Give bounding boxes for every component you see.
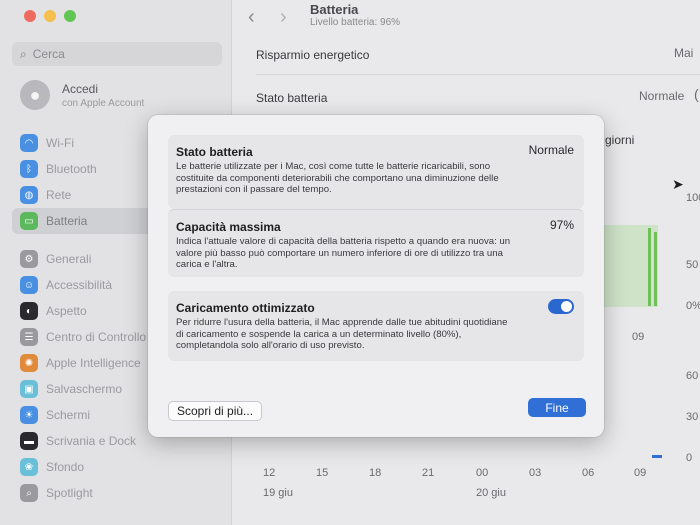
card-description: Le batterie utilizzate per i Mac, così c…: [176, 161, 499, 195]
settings-window: ⌕ Cerca ● Accedi con Apple Account ◠ Wi-…: [0, 0, 700, 525]
done-button[interactable]: Fine: [528, 398, 586, 417]
toggle-knob: [561, 301, 572, 312]
max-capacity-card: Capacità massima 97% Indica l'attuale va…: [168, 209, 584, 277]
card-description: Indica l'attuale valore di capacità dell…: [176, 236, 511, 270]
modal-overlay: Stato batteria Normale Le batterie utili…: [0, 0, 700, 525]
card-value: Normale: [528, 143, 574, 157]
card-description: Per ridurre l'usura della batteria, il M…: [176, 317, 508, 351]
learn-more-button[interactable]: Scopri di più...: [168, 401, 263, 421]
card-title: Stato batteria: [176, 145, 253, 159]
card-title: Capacità massima: [176, 220, 281, 234]
card-value: 97%: [549, 218, 574, 232]
optimized-charging-toggle[interactable]: [548, 299, 574, 314]
battery-health-sheet: Stato batteria Normale Le batterie utili…: [148, 115, 604, 437]
optimized-charging-card: Caricamento ottimizzato Per ridurre l'us…: [168, 291, 584, 361]
battery-health-card: Stato batteria Normale Le batterie utili…: [168, 135, 584, 209]
card-title: Caricamento ottimizzato: [176, 301, 315, 315]
